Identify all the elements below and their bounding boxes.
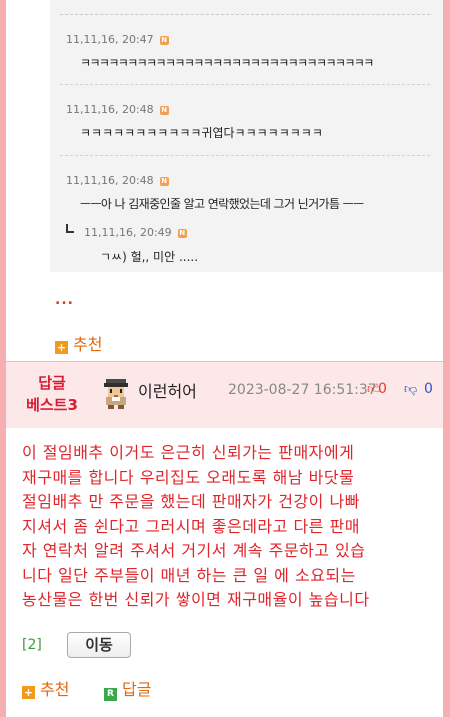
body-line: 이 절임배추 이거도 은근히 신뢰가는 판매자에게 bbox=[22, 443, 355, 462]
new-badge-icon: N bbox=[159, 106, 169, 115]
avatar[interactable] bbox=[100, 377, 132, 409]
move-button[interactable]: 이동 bbox=[67, 632, 131, 658]
plus-icon: + bbox=[55, 341, 68, 354]
new-badge-icon: N bbox=[159, 36, 169, 45]
date-text: 11,11,16, 20:47 bbox=[66, 33, 154, 46]
best-reply-header: 답글 베스트3 이런허어 2023-08-27 16:51:37 👍︎ 0 👎︎… bbox=[6, 361, 443, 428]
divider bbox=[60, 14, 430, 15]
divider bbox=[60, 155, 430, 156]
quoted-comment-text: ㅡㅡ아 나 김재중인줄 알고 연락했었는데 그거 닌거가틈 ㅡㅡ bbox=[80, 197, 364, 211]
quoted-comment-date: 11,11,16, 20:48 N bbox=[66, 103, 169, 116]
body-line: 재구매를 합니다 우리집도 오래도록 해남 바닷물 bbox=[22, 467, 355, 487]
rank-line2: 베스트3 bbox=[26, 396, 78, 414]
reply-arrow-icon bbox=[66, 224, 74, 233]
new-badge-icon: N bbox=[159, 177, 169, 186]
date-text: 11,11,16, 20:48 bbox=[66, 103, 154, 116]
reply-icon: R bbox=[104, 688, 117, 701]
body-line: 니다 일단 주부들이 매년 하는 큰 일 에 소요되는 bbox=[22, 565, 356, 585]
author-nickname[interactable]: 이런허어 bbox=[138, 378, 197, 402]
reply-label: 답글 bbox=[122, 680, 152, 699]
more-comments-link[interactable]: ... bbox=[55, 292, 74, 308]
recommend-label: 추천 bbox=[40, 680, 70, 699]
date-text: 11,11,16, 20:48 bbox=[66, 174, 154, 187]
plus-icon: + bbox=[22, 686, 35, 699]
body-line: 농산물은 한번 신뢰가 쌓이면 재구매율이 높습니다 bbox=[22, 590, 370, 609]
body-line: 자 연락처 알려 주셔서 거기서 계속 주문하고 있습 bbox=[22, 541, 366, 560]
recommend-label: 추천 bbox=[73, 335, 103, 354]
quoted-comment-text: ㅋㅋㅋㅋㅋㅋㅋㅋㅋㅋㅋㅋㅋㅋㅋㅋㅋㅋㅋㅋㅋㅋㅋㅋㅋㅋㅋㅋㅋㅋㅋ bbox=[80, 56, 374, 70]
quoted-comment-text: ㅋㅋㅋㅋㅋㅋㅋㅋㅋㅋㅋ귀엽다ㅋㅋㅋㅋㅋㅋㅋㅋ bbox=[80, 126, 323, 140]
down-count: 0 bbox=[424, 381, 433, 397]
new-badge-icon: N bbox=[177, 229, 187, 238]
quoted-comment-text: ㄱㅆ) 헐,, 미안 ..... bbox=[100, 250, 199, 264]
recommend-button[interactable]: + 추천 bbox=[55, 331, 102, 355]
quoted-comment-date: 11,11,16, 20:48 N bbox=[66, 174, 169, 187]
post-date: 2023-08-27 16:51:37 bbox=[228, 382, 377, 398]
up-count: 0 bbox=[378, 381, 387, 397]
date-text: 11,11,16, 20:49 bbox=[84, 226, 172, 239]
thumbs-down-icon[interactable]: 👎︎ bbox=[404, 382, 417, 397]
best-reply-body: 이 절임배추 이거도 은근히 신뢰가는 판매자에게 재구매를 합니다 우리집도 … bbox=[22, 441, 438, 613]
best-reply-rank: 답글 베스트3 bbox=[20, 372, 84, 416]
reply-button[interactable]: R 답글 bbox=[104, 676, 151, 701]
quoted-comment-date: 11,11,16, 20:49 N bbox=[84, 226, 187, 239]
body-line: 절임배추 만 주문을 했는데 판매자가 건강이 나빠 bbox=[22, 492, 360, 511]
divider bbox=[60, 84, 430, 85]
quoted-comment-date: 11,11,16, 20:47 N bbox=[66, 33, 169, 46]
reply-ref-count[interactable]: [2] bbox=[22, 637, 42, 653]
body-line: 지셔서 좀 쉰다고 그러시며 좋은데라고 다른 판매 bbox=[22, 516, 360, 536]
rank-line1: 답글 bbox=[38, 374, 66, 392]
reply-recommend-button[interactable]: + 추천 bbox=[22, 676, 69, 700]
